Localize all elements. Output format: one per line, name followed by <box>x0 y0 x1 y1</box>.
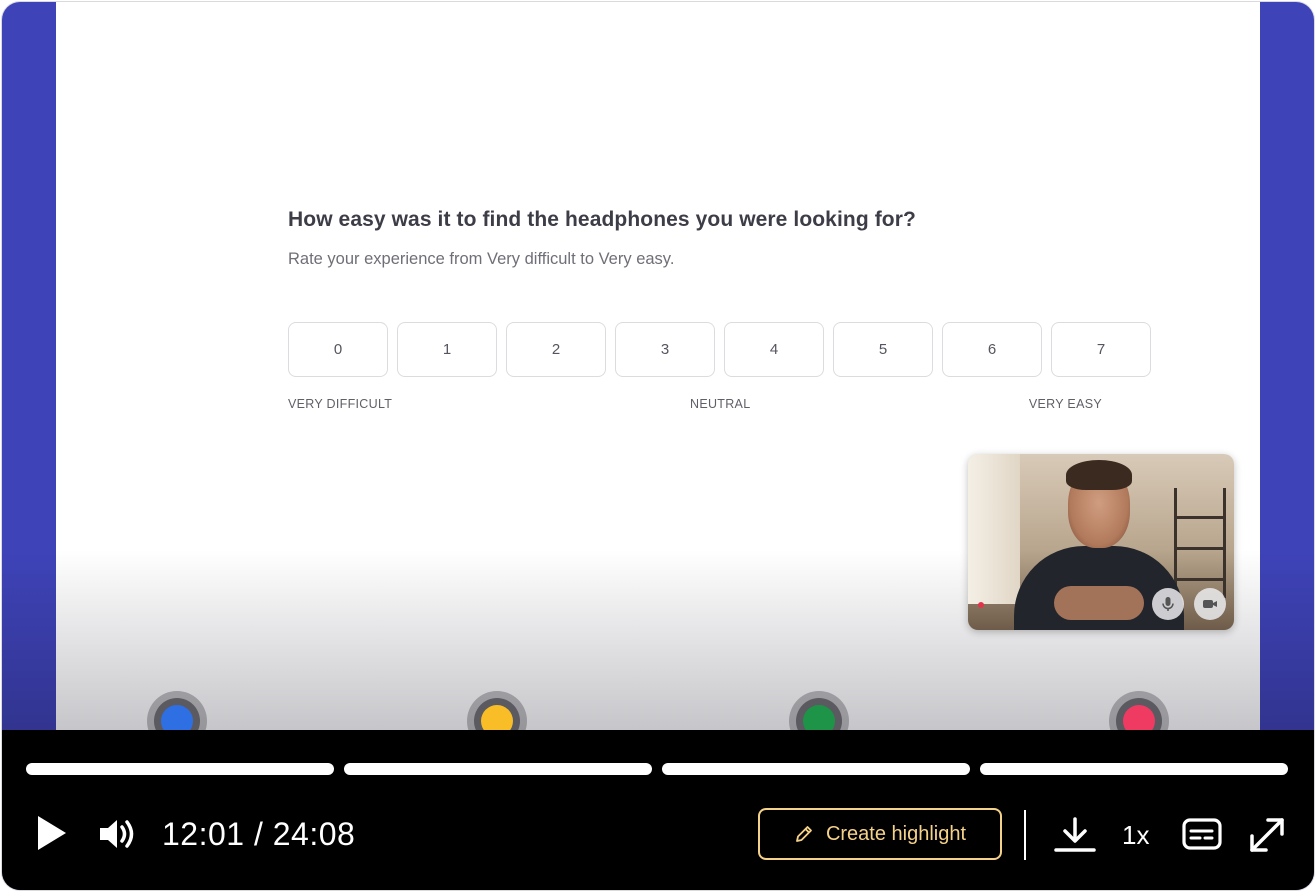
rating-option-0[interactable]: 0 <box>288 322 388 377</box>
recording-dot <box>978 602 984 608</box>
rating-scale: 0 1 2 3 4 5 6 7 <box>288 322 1151 377</box>
mic-toggle-button[interactable] <box>1152 588 1184 620</box>
volume-button[interactable] <box>98 816 138 857</box>
fullscreen-button[interactable] <box>1248 816 1286 859</box>
progress-bar[interactable] <box>26 763 1288 775</box>
webcam-person-hair <box>1066 460 1132 490</box>
webcam-person-hands <box>1054 586 1144 620</box>
rating-option-2[interactable]: 2 <box>506 322 606 377</box>
play-icon[interactable] <box>38 816 66 850</box>
download-icon <box>1054 817 1096 852</box>
webcam-shelf <box>1174 488 1226 598</box>
webcam-window <box>968 454 1020 604</box>
camera-toggle-button[interactable] <box>1194 588 1226 620</box>
rating-option-6[interactable]: 6 <box>942 322 1042 377</box>
scale-label-mid: NEUTRAL <box>690 397 751 411</box>
progress-segment[interactable] <box>980 763 1288 775</box>
progress-segment[interactable] <box>344 763 652 775</box>
microphone-icon <box>1162 597 1174 611</box>
volume-icon <box>100 820 134 848</box>
rating-option-7[interactable]: 7 <box>1051 322 1151 377</box>
survey-question: How easy was it to find the headphones y… <box>288 208 916 231</box>
survey-subtitle: Rate your experience from Very difficult… <box>288 250 675 268</box>
rating-option-3[interactable]: 3 <box>615 322 715 377</box>
progress-segment[interactable] <box>26 763 334 775</box>
rating-option-5[interactable]: 5 <box>833 322 933 377</box>
download-button[interactable] <box>1054 816 1096 859</box>
controls-divider <box>1024 810 1026 860</box>
fullscreen-icon <box>1250 818 1284 852</box>
frame-fade-left <box>2 550 56 730</box>
captions-button[interactable] <box>1182 816 1222 857</box>
rating-option-4[interactable]: 4 <box>724 322 824 377</box>
rating-option-1[interactable]: 1 <box>397 322 497 377</box>
video-player: How easy was it to find the headphones y… <box>2 2 1314 890</box>
time-display: 12:01 / 24:08 <box>162 816 356 852</box>
player-controls: 12:01 / 24:08 Create highlight 1x <box>2 730 1314 890</box>
webcam-preview[interactable] <box>968 454 1234 630</box>
scale-label-high: VERY EASY <box>1028 397 1102 411</box>
frame-fade-right <box>1260 550 1314 730</box>
create-highlight-button[interactable]: Create highlight <box>758 808 1002 860</box>
playback-speed-button[interactable]: 1x <box>1122 820 1149 851</box>
captions-icon <box>1182 818 1222 850</box>
scale-label-low: VERY DIFFICULT <box>288 397 393 411</box>
progress-segment[interactable] <box>662 763 970 775</box>
create-highlight-label: Create highlight <box>825 822 967 845</box>
video-camera-icon <box>1203 600 1217 608</box>
pencil-icon <box>796 826 812 842</box>
